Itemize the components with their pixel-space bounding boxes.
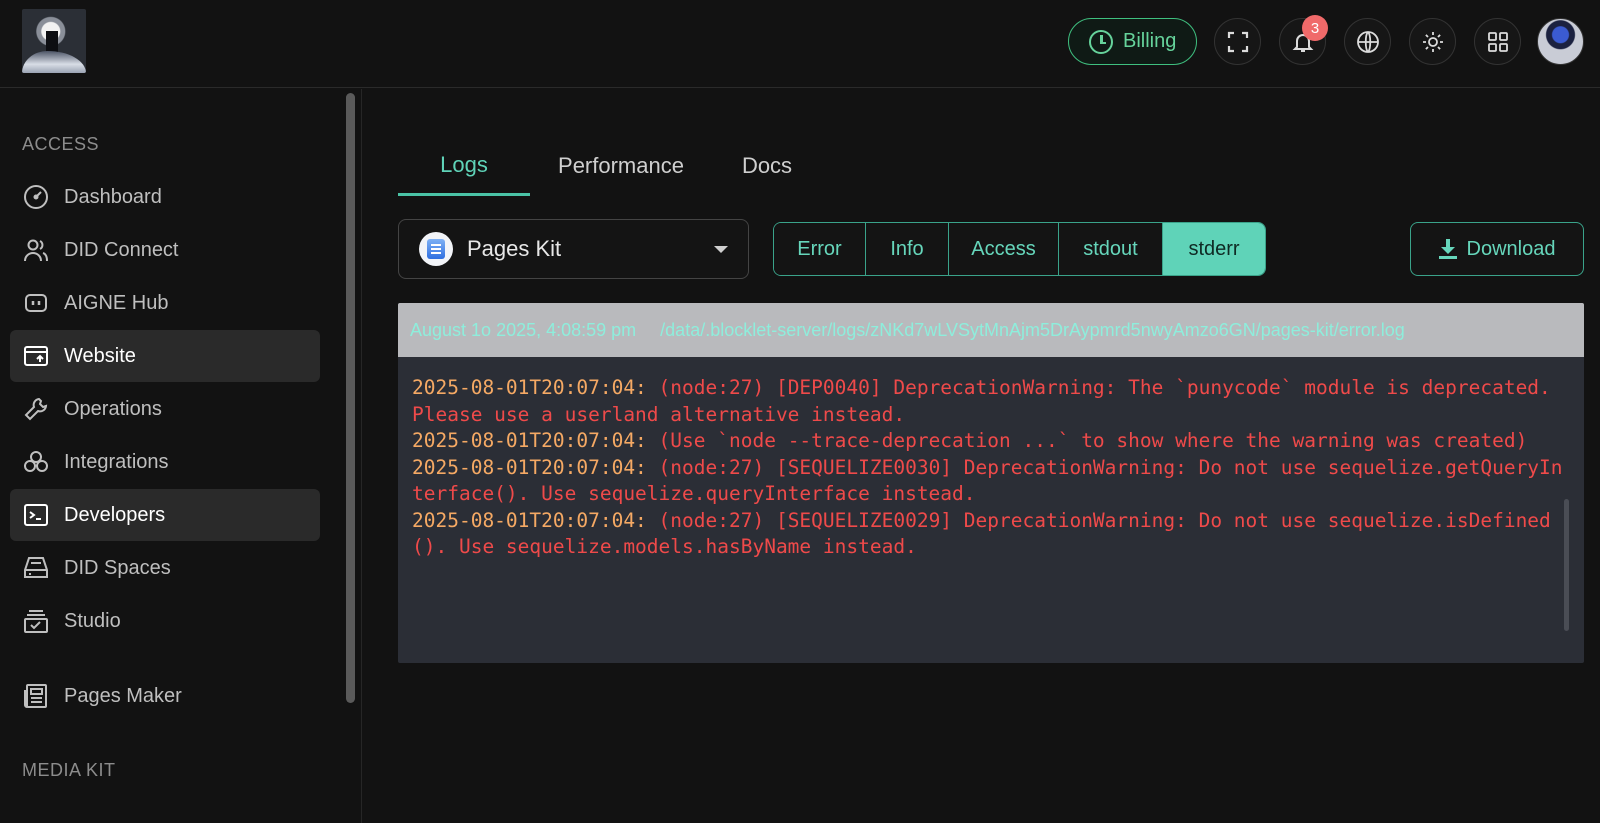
app-logo[interactable] [22, 9, 86, 73]
globe-icon [1356, 30, 1379, 53]
log-header: August 1o 2025, 4:08:59 pm /data/.blockl… [398, 303, 1584, 357]
sidebar-item-label: DID Connect [64, 238, 179, 261]
sidebar-item-label: DID Spaces [64, 556, 171, 579]
top-bar: Billing 3 [0, 0, 1600, 88]
sidebar-item-label: Integrations [64, 450, 169, 473]
section-media-kit-label: MEDIA KIT [22, 760, 116, 780]
users-icon [22, 236, 50, 264]
sidebar-item-aigne-hub[interactable]: AIGNE Hub [10, 277, 320, 329]
sidebar-item-developers[interactable]: Developers [10, 489, 320, 541]
billing-button[interactable]: Billing [1068, 18, 1197, 65]
notification-badge: 3 [1302, 15, 1328, 41]
sidebar-item-label: Dashboard [64, 185, 162, 208]
filter-access[interactable]: Access [949, 223, 1059, 275]
dashboard-icon [22, 183, 50, 211]
log-panel: August 1o 2025, 4:08:59 pm /data/.blockl… [398, 303, 1584, 663]
sidebar-item-dashboard[interactable]: Dashboard [10, 171, 320, 223]
sun-icon [1422, 31, 1443, 52]
wrench-icon [22, 395, 50, 423]
log-entry: 2025-08-01T20:07:04: (node:27) [SEQUELIZ… [412, 508, 1551, 559]
download-icon [1438, 239, 1457, 259]
sidebar-item-studio[interactable]: Studio [10, 595, 320, 647]
sidebar-item-label: Pages Maker [64, 684, 182, 707]
pages-kit-icon [419, 232, 453, 266]
sidebar-item-label: Studio [64, 609, 121, 632]
tab-docs[interactable]: Docs [712, 136, 822, 196]
terminal-icon [22, 501, 50, 529]
apps-button[interactable] [1474, 18, 1521, 65]
tab-logs[interactable]: Logs [398, 136, 530, 196]
app-select[interactable]: Pages Kit [398, 219, 749, 279]
storage-icon [22, 554, 50, 582]
sidebar-item-integrations[interactable]: Integrations [10, 436, 320, 488]
sidebar-scrollbar[interactable] [346, 93, 355, 703]
download-button[interactable]: Download [1410, 222, 1584, 276]
website-icon [22, 342, 50, 370]
clock-icon [1089, 29, 1113, 54]
sidebar-item-pages-maker[interactable]: Pages Maker [10, 670, 320, 722]
apps-grid-icon [1487, 31, 1508, 52]
sidebar-item-website[interactable]: Website [10, 330, 320, 382]
logo-cloud [22, 51, 86, 73]
sidebar-item-label: AIGNE Hub [64, 291, 169, 314]
fullscreen-icon [1227, 31, 1248, 52]
filter-stderr[interactable]: stderr [1163, 223, 1265, 275]
filter-info[interactable]: Info [866, 223, 949, 275]
log-entry: 2025-08-01T20:07:04: (node:27) [SEQUELIZ… [412, 455, 1563, 506]
log-body: 2025-08-01T20:07:04: (node:27) [DEP0040]… [398, 357, 1584, 579]
section-access-label: ACCESS [22, 134, 100, 154]
studio-icon [22, 607, 50, 635]
log-date: August 1o 2025, 4:08:59 pm [410, 319, 637, 340]
log-path: /data/.blocklet-server/logs/zNKd7wLVSytM… [660, 319, 1405, 340]
sidebar-item-label: Operations [64, 397, 162, 420]
fullscreen-button[interactable] [1214, 18, 1261, 65]
log-entry: 2025-08-01T20:07:04: (node:27) [DEP0040]… [412, 376, 1563, 426]
app-select-value: Pages Kit [467, 236, 562, 261]
filter-error[interactable]: Error [774, 223, 866, 275]
sidebar-item-label: Developers [64, 503, 166, 526]
integrations-icon [22, 448, 50, 476]
user-avatar[interactable] [1537, 18, 1584, 65]
newspaper-icon [22, 682, 50, 710]
sidebar-item-label: Website [64, 344, 136, 367]
log-entry: 2025-08-01T20:07:04: (Use `node --trace-… [412, 429, 1528, 452]
download-label: Download [1466, 237, 1556, 260]
log-scrollbar[interactable] [1564, 499, 1569, 631]
sidebar: ACCESS Dashboard DID Connect AIGNE Hub W… [0, 89, 362, 823]
chevron-down-icon [714, 246, 728, 253]
billing-label: Billing [1123, 30, 1177, 52]
sidebar-item-did-connect[interactable]: DID Connect [10, 224, 320, 276]
log-type-filter: Error Info Access stdout stderr [773, 222, 1266, 276]
main-tabs: Logs Performance Docs [398, 136, 822, 196]
language-button[interactable] [1344, 18, 1391, 65]
filter-stdout[interactable]: stdout [1059, 223, 1163, 275]
theme-toggle-button[interactable] [1409, 18, 1456, 65]
sidebar-item-did-spaces[interactable]: DID Spaces [10, 542, 320, 594]
robot-icon [22, 289, 50, 317]
sidebar-item-operations[interactable]: Operations [10, 383, 320, 435]
tab-performance[interactable]: Performance [530, 136, 712, 196]
